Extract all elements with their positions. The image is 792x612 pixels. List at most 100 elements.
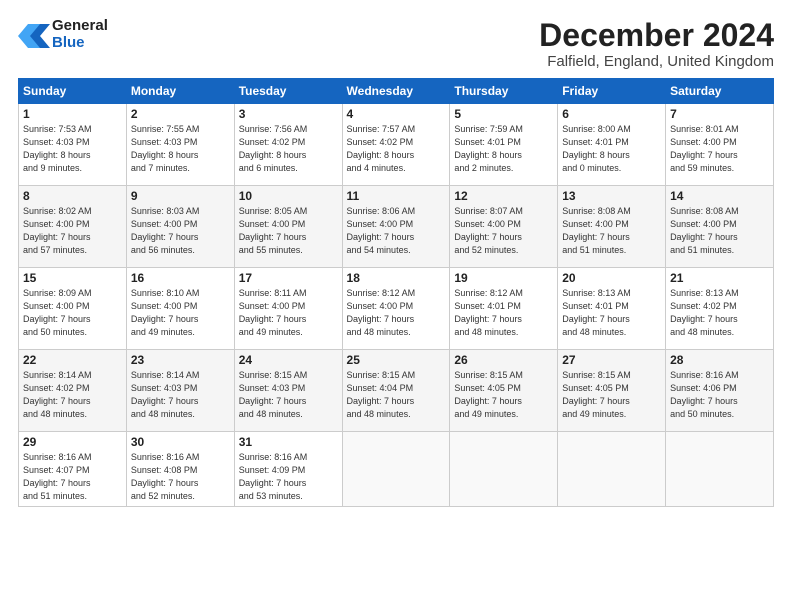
day-info: Sunrise: 8:16 AMSunset: 4:07 PMDaylight:… [23, 452, 92, 501]
day-info: Sunrise: 8:13 AMSunset: 4:02 PMDaylight:… [670, 288, 739, 337]
calendar-cell: 1Sunrise: 7:53 AMSunset: 4:03 PMDaylight… [19, 104, 127, 186]
calendar-cell: 19 Sunrise: 8:12 AMSunset: 4:01 PMDayligh… [450, 268, 558, 350]
day-info: Sunrise: 8:14 AMSunset: 4:02 PMDaylight:… [23, 370, 92, 419]
calendar-cell [342, 432, 450, 507]
day-number: 9 [131, 189, 230, 203]
calendar-cell: 2 Sunrise: 7:55 AMSunset: 4:03 PMDaylight… [126, 104, 234, 186]
day-number: 17 [239, 271, 338, 285]
calendar-cell: 13 Sunrise: 8:08 AMSunset: 4:00 PMDayligh… [558, 186, 666, 268]
calendar-cell: 28Sunrise: 8:16 AMSunset: 4:06 PMDayligh… [666, 350, 774, 432]
day-number: 30 [131, 435, 230, 449]
day-number: 10 [239, 189, 338, 203]
calendar-cell: 4 Sunrise: 7:57 AMSunset: 4:02 PMDaylight… [342, 104, 450, 186]
calendar-cell: 17 Sunrise: 8:11 AMSunset: 4:00 PMDayligh… [234, 268, 342, 350]
day-info: Sunrise: 8:00 AMSunset: 4:01 PMDaylight:… [562, 124, 631, 173]
calendar-cell: 22 Sunrise: 8:14 AMSunset: 4:02 PMDayligh… [19, 350, 127, 432]
day-info: Sunrise: 8:06 AMSunset: 4:00 PMDaylight:… [347, 206, 416, 255]
day-info: Sunrise: 8:13 AMSunset: 4:01 PMDaylight:… [562, 288, 631, 337]
day-info: Sunrise: 8:05 AMSunset: 4:00 PMDaylight:… [239, 206, 308, 255]
day-info: Sunrise: 8:11 AMSunset: 4:00 PMDaylight:… [239, 288, 307, 337]
calendar-cell: 21 Sunrise: 8:13 AMSunset: 4:02 PMDayligh… [666, 268, 774, 350]
day-info: Sunrise: 8:12 AMSunset: 4:00 PMDaylight:… [347, 288, 416, 337]
day-number: 4 [347, 107, 446, 121]
day-number: 24 [239, 353, 338, 367]
day-number: 6 [562, 107, 661, 121]
calendar-cell [450, 432, 558, 507]
calendar-cell: 14Sunrise: 8:08 AMSunset: 4:00 PMDayligh… [666, 186, 774, 268]
month-title: December 2024 [539, 18, 774, 53]
calendar-cell: 23 Sunrise: 8:14 AMSunset: 4:03 PMDayligh… [126, 350, 234, 432]
title-block: December 2024 Falfield, England, United … [539, 18, 774, 70]
calendar-cell: 7 Sunrise: 8:01 AMSunset: 4:00 PMDaylight… [666, 104, 774, 186]
logo: General Blue [18, 18, 108, 51]
day-header-tuesday: Tuesday [234, 79, 342, 104]
day-info: Sunrise: 7:59 AMSunset: 4:01 PMDaylight:… [454, 124, 523, 173]
day-number: 19 [454, 271, 553, 285]
day-info: Sunrise: 8:09 AMSunset: 4:00 PMDaylight:… [23, 288, 92, 337]
day-number: 11 [347, 189, 446, 203]
calendar-cell: 30 Sunrise: 8:16 AMSunset: 4:08 PMDayligh… [126, 432, 234, 507]
day-header-friday: Friday [558, 79, 666, 104]
day-number: 26 [454, 353, 553, 367]
calendar-cell: 3Sunrise: 7:56 AMSunset: 4:02 PMDaylight… [234, 104, 342, 186]
day-header-sunday: Sunday [19, 79, 127, 104]
day-number: 1 [23, 107, 122, 121]
day-info: Sunrise: 8:15 AMSunset: 4:04 PMDaylight:… [347, 370, 416, 419]
calendar-cell: 18Sunrise: 8:12 AMSunset: 4:00 PMDayligh… [342, 268, 450, 350]
day-info: Sunrise: 8:15 AMSunset: 4:05 PMDaylight:… [562, 370, 631, 419]
day-number: 16 [131, 271, 230, 285]
calendar-cell: 9 Sunrise: 8:03 AMSunset: 4:00 PMDaylight… [126, 186, 234, 268]
day-number: 15 [23, 271, 122, 285]
calendar-cell [558, 432, 666, 507]
week-row-3: 15 Sunrise: 8:09 AMSunset: 4:00 PMDayligh… [19, 268, 774, 350]
calendar-cell: 24Sunrise: 8:15 AMSunset: 4:03 PMDayligh… [234, 350, 342, 432]
day-info: Sunrise: 8:14 AMSunset: 4:03 PMDaylight:… [131, 370, 200, 419]
calendar-cell: 27 Sunrise: 8:15 AMSunset: 4:05 PMDayligh… [558, 350, 666, 432]
day-info: Sunrise: 8:10 AMSunset: 4:00 PMDaylight:… [131, 288, 200, 337]
calendar-cell: 16 Sunrise: 8:10 AMSunset: 4:00 PMDayligh… [126, 268, 234, 350]
calendar-cell: 25 Sunrise: 8:15 AMSunset: 4:04 PMDayligh… [342, 350, 450, 432]
week-row-1: 1Sunrise: 7:53 AMSunset: 4:03 PMDaylight… [19, 104, 774, 186]
calendar-cell: 5 Sunrise: 7:59 AMSunset: 4:01 PMDaylight… [450, 104, 558, 186]
day-number: 22 [23, 353, 122, 367]
day-number: 23 [131, 353, 230, 367]
day-info: Sunrise: 8:03 AMSunset: 4:00 PMDaylight:… [131, 206, 200, 255]
location: Falfield, England, United Kingdom [539, 53, 774, 70]
day-number: 27 [562, 353, 661, 367]
day-info: Sunrise: 8:01 AMSunset: 4:00 PMDaylight:… [670, 124, 739, 173]
day-header-wednesday: Wednesday [342, 79, 450, 104]
day-number: 29 [23, 435, 122, 449]
day-info: Sunrise: 8:15 AMSunset: 4:05 PMDaylight:… [454, 370, 523, 419]
week-row-5: 29 Sunrise: 8:16 AMSunset: 4:07 PMDayligh… [19, 432, 774, 507]
calendar-cell: 15 Sunrise: 8:09 AMSunset: 4:00 PMDayligh… [19, 268, 127, 350]
day-number: 21 [670, 271, 769, 285]
day-number: 3 [239, 107, 338, 121]
calendar-cell: 10 Sunrise: 8:05 AMSunset: 4:00 PMDayligh… [234, 186, 342, 268]
day-number: 5 [454, 107, 553, 121]
day-info: Sunrise: 8:12 AMSunset: 4:01 PMDaylight:… [454, 288, 523, 337]
day-info: Sunrise: 8:16 AMSunset: 4:08 PMDaylight:… [131, 452, 200, 501]
day-number: 7 [670, 107, 769, 121]
day-number: 13 [562, 189, 661, 203]
day-info: Sunrise: 7:57 AMSunset: 4:02 PMDaylight:… [347, 124, 416, 173]
day-header-monday: Monday [126, 79, 234, 104]
day-number: 2 [131, 107, 230, 121]
day-number: 28 [670, 353, 769, 367]
week-row-4: 22 Sunrise: 8:14 AMSunset: 4:02 PMDayligh… [19, 350, 774, 432]
calendar-cell [666, 432, 774, 507]
logo-blue: Blue [52, 35, 108, 52]
calendar-cell: 11 Sunrise: 8:06 AMSunset: 4:00 PMDayligh… [342, 186, 450, 268]
day-number: 20 [562, 271, 661, 285]
day-info: Sunrise: 8:16 AMSunset: 4:09 PMDaylight:… [239, 452, 308, 501]
day-info: Sunrise: 7:55 AMSunset: 4:03 PMDaylight:… [131, 124, 200, 173]
calendar-cell: 12Sunrise: 8:07 AMSunset: 4:00 PMDayligh… [450, 186, 558, 268]
calendar-cell: 29 Sunrise: 8:16 AMSunset: 4:07 PMDayligh… [19, 432, 127, 507]
day-number: 25 [347, 353, 446, 367]
day-info: Sunrise: 8:08 AMSunset: 4:00 PMDaylight:… [562, 206, 631, 255]
day-info: Sunrise: 8:07 AMSunset: 4:00 PMDaylight:… [454, 206, 523, 255]
calendar-cell: 26 Sunrise: 8:15 AMSunset: 4:05 PMDayligh… [450, 350, 558, 432]
week-row-2: 8Sunrise: 8:02 AMSunset: 4:00 PMDaylight… [19, 186, 774, 268]
day-number: 31 [239, 435, 338, 449]
header: General Blue December 2024 Falfield, Eng… [18, 18, 774, 70]
calendar-cell: 20 Sunrise: 8:13 AMSunset: 4:01 PMDayligh… [558, 268, 666, 350]
